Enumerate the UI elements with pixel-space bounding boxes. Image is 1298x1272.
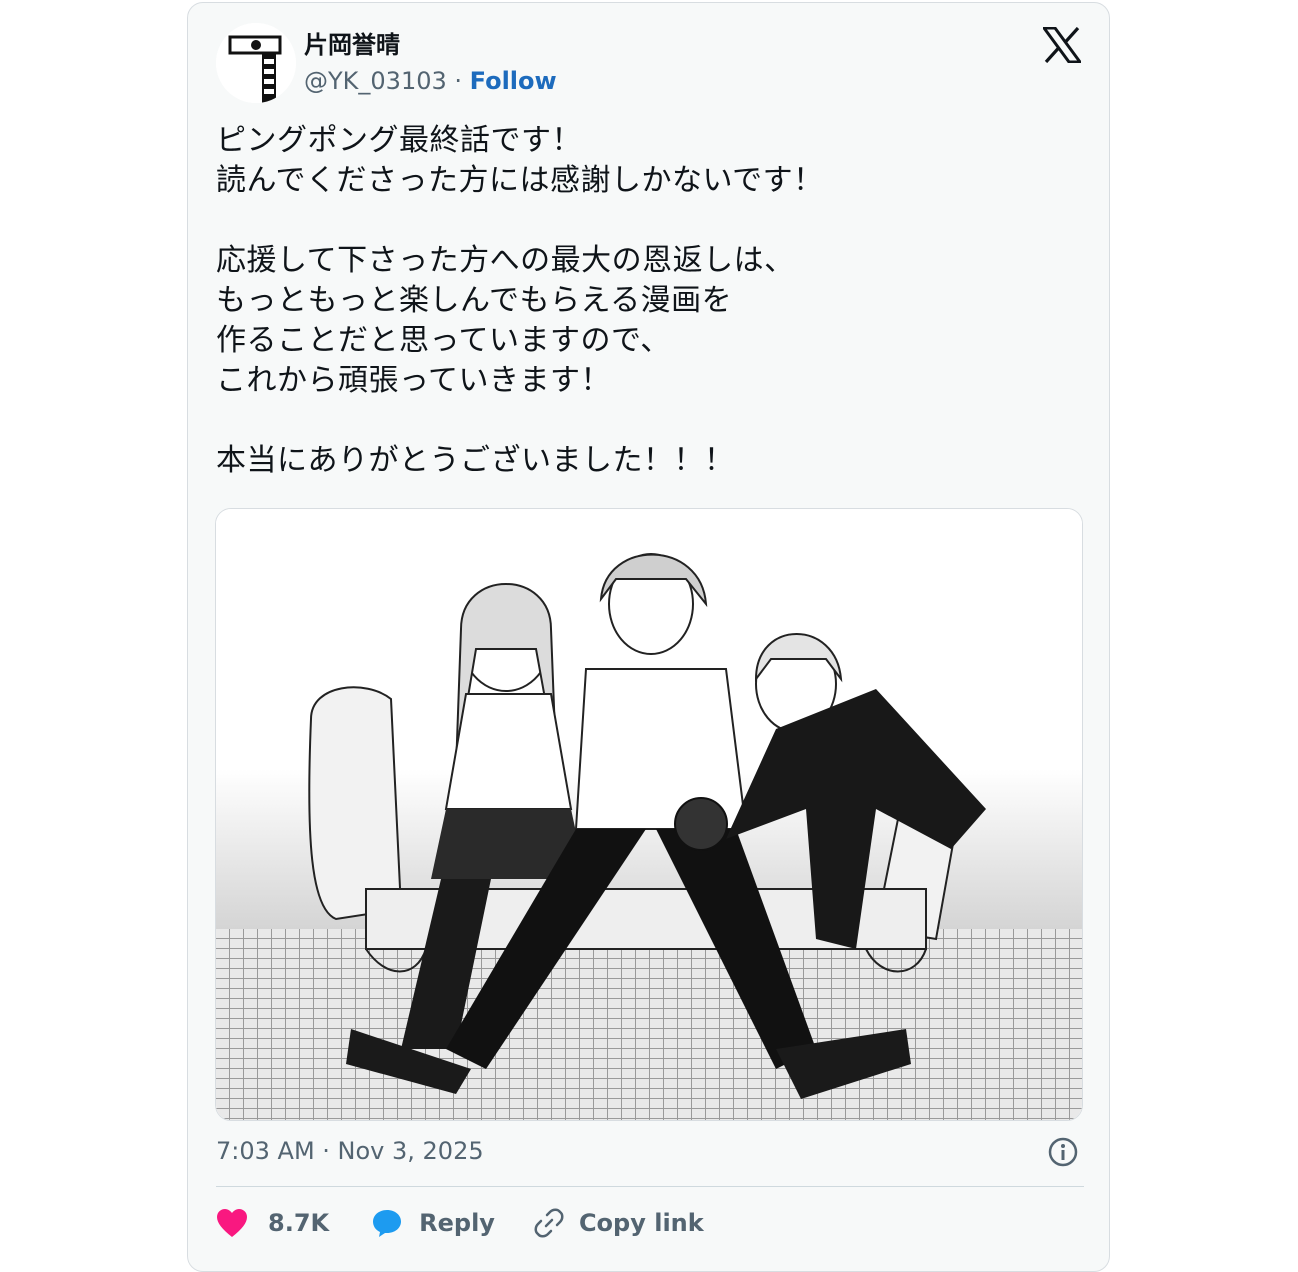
speech-bubble-icon (373, 1210, 402, 1237)
manga-illustration (216, 509, 1082, 1120)
link-icon (534, 1208, 564, 1238)
follow-button[interactable]: Follow (470, 67, 557, 95)
tweet-timestamp[interactable]: 7:03 AM · Nov 3, 2025 (216, 1135, 484, 1167)
tweet-media-image[interactable] (215, 508, 1083, 1121)
tweet-card: 片岡誉晴 @YK_03103 · Follow ピングポング最終話です！ 読んで… (187, 2, 1110, 1272)
reply-button[interactable]: Reply (371, 1208, 495, 1238)
author-name[interactable]: 片岡誉晴 (304, 29, 400, 61)
author-avatar[interactable] (216, 23, 296, 103)
x-logo-icon[interactable] (1041, 26, 1083, 64)
divider (216, 1186, 1084, 1187)
tweet-actions: 8.7K Reply Copy link (216, 1203, 704, 1243)
like-button[interactable]: 8.7K (216, 1208, 329, 1238)
tweet-text: ピングポング最終話です！ 読んでくださった方には感謝しかないです！ 応援して下さ… (216, 123, 824, 478)
author-meta: @YK_03103 · Follow (304, 65, 557, 97)
heart-icon (217, 1209, 247, 1237)
like-count: 8.7K (268, 1209, 330, 1237)
separator-dot: · (454, 67, 463, 95)
avatar-art (216, 23, 296, 103)
copy-link-button[interactable]: Copy link (533, 1207, 704, 1239)
author-handle[interactable]: @YK_03103 (304, 67, 447, 95)
info-icon[interactable] (1047, 1136, 1079, 1168)
reply-label: Reply (419, 1209, 495, 1237)
copy-link-label: Copy link (578, 1209, 704, 1237)
